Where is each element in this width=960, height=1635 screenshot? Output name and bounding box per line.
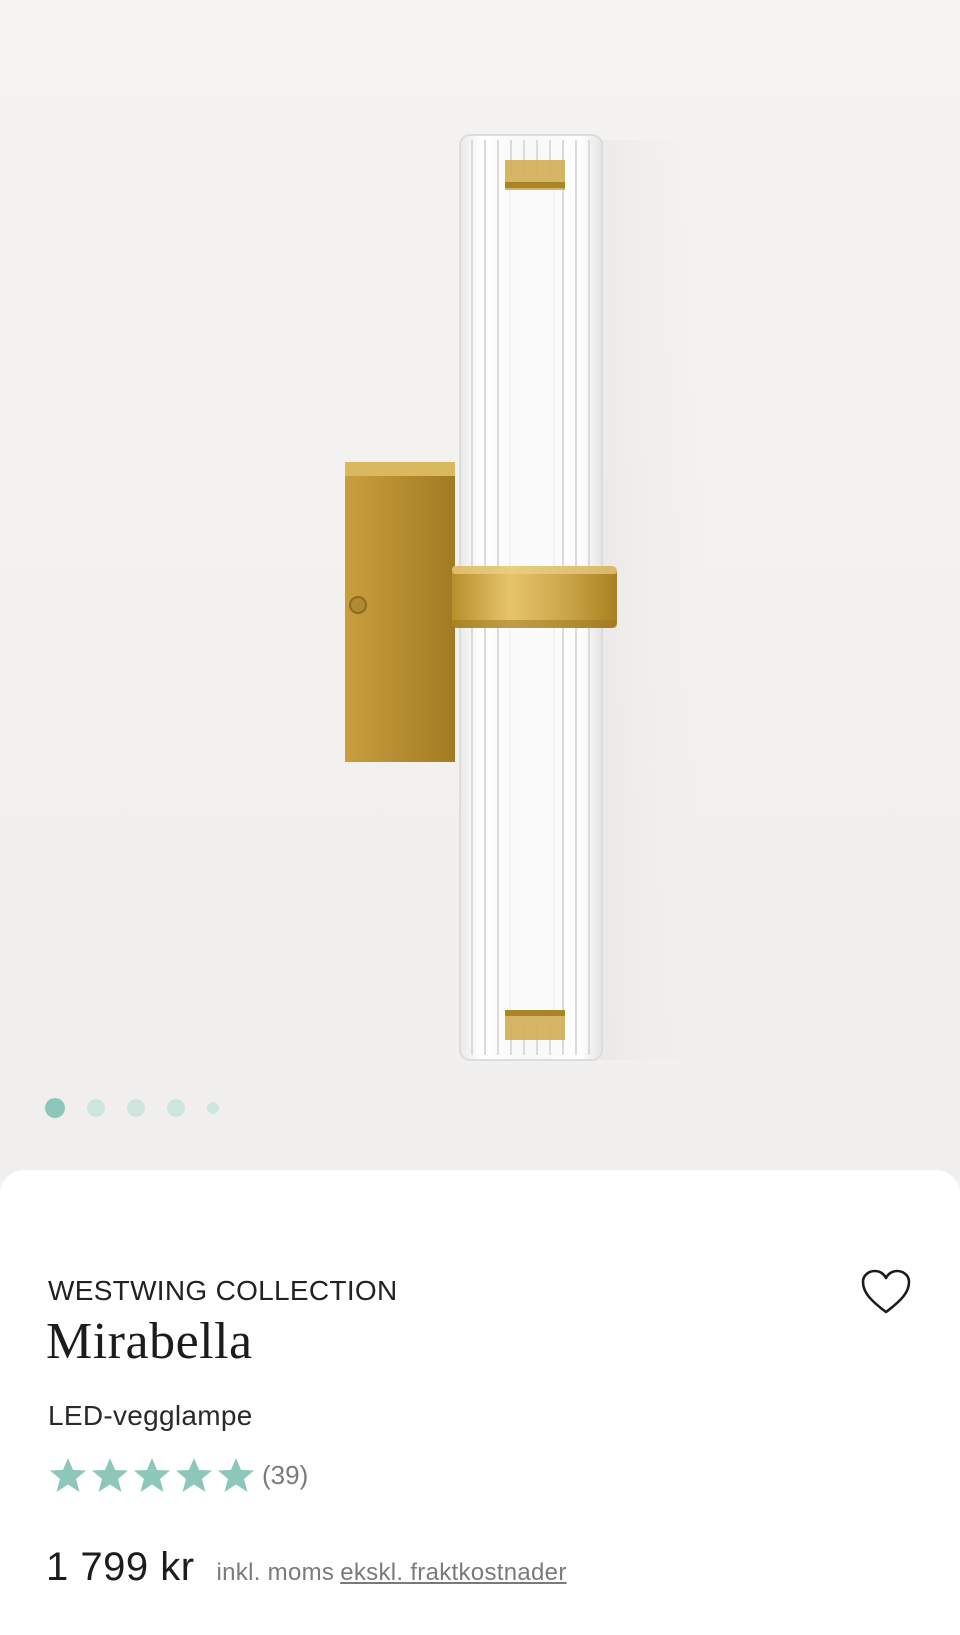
shipping-link[interactable]: ekskl. fraktkostnader	[340, 1559, 566, 1587]
gallery-dot-5[interactable]	[207, 1102, 219, 1114]
wishlist-button[interactable]	[860, 1268, 912, 1316]
price: 1 799 kr	[46, 1545, 195, 1589]
gallery-pagination	[45, 1096, 219, 1120]
product-info-card: WESTWING COLLECTION Mirabella LED-veggla…	[0, 1170, 960, 1635]
review-count[interactable]: (39)	[262, 1460, 308, 1491]
star-icon	[218, 1458, 254, 1492]
rating[interactable]: (39)	[48, 1455, 308, 1495]
star-icon	[134, 1458, 170, 1492]
rating-stars	[48, 1455, 256, 1495]
price-row: 1 799 kr inkl. moms ekskl. fraktkostnade…	[46, 1545, 567, 1590]
product-image	[345, 134, 720, 1061]
gallery-dot-2[interactable]	[87, 1099, 105, 1117]
product-title: Mirabella	[46, 1313, 253, 1370]
gallery-dot-1[interactable]	[45, 1098, 65, 1118]
star-icon	[92, 1458, 128, 1492]
vat-note: inkl. moms	[216, 1559, 335, 1586]
product-image-gallery[interactable]	[0, 0, 960, 1180]
star-icon	[50, 1458, 86, 1492]
heart-icon	[861, 1269, 911, 1314]
product-type: LED-vegglampe	[48, 1400, 253, 1431]
gallery-dot-3[interactable]	[127, 1099, 145, 1117]
brand-name[interactable]: WESTWING COLLECTION	[48, 1275, 398, 1307]
gallery-dot-4[interactable]	[167, 1099, 185, 1117]
star-icon	[176, 1458, 212, 1492]
